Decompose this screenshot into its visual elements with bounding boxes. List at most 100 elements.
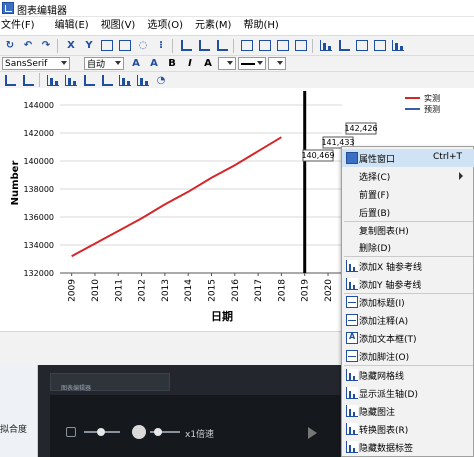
refresh-icon[interactable]: ↻ <box>2 39 18 53</box>
lasso-icon[interactable]: ◌ <box>135 39 151 53</box>
volume-slider-knob[interactable] <box>97 428 105 436</box>
menu-options[interactable]: 选项(O) <box>141 17 189 35</box>
annotation-tool-icon[interactable] <box>257 39 273 53</box>
y-tick-label: 138000 <box>23 185 54 194</box>
menu-view[interactable]: 视图(V) <box>95 17 142 35</box>
pie-chart-icon[interactable]: ◔ <box>153 73 169 87</box>
histogram-icon[interactable] <box>135 73 151 87</box>
menu-item-label: 隐藏图注 <box>359 408 396 418</box>
menu-item-add-footnote[interactable]: 添加脚注(O) <box>342 347 474 365</box>
undo-icon[interactable]: ↶ <box>20 39 36 53</box>
menu-item-add-y-reference-line[interactable]: 添加Y 轴参考线 <box>342 275 474 293</box>
chart-context-menu: 属性窗口 Ctrl+T 选择(C) 前置(F) 后置(B) 复制图表(H) 删除… <box>341 146 474 457</box>
menu-item-shortcut: Ctrl+T <box>433 152 463 162</box>
window-title: 图表编辑器 <box>17 6 67 17</box>
data-label: 142,426 <box>344 124 377 133</box>
menu-item-properties-window[interactable]: 属性窗口 Ctrl+T <box>342 149 474 167</box>
y-axis-icon[interactable]: Y <box>81 39 97 53</box>
menu-item-show-derived-axis[interactable]: 显示派生轴(D) <box>342 384 474 402</box>
x-axis-icon[interactable]: X <box>63 39 79 53</box>
redo-icon[interactable]: ↷ <box>38 39 54 53</box>
menu-item-label: 添加X 轴参考线 <box>359 263 423 273</box>
italic-button[interactable]: I <box>182 57 198 71</box>
title-bar: 图表编辑器 <box>0 0 474 17</box>
menu-item-transpose-chart[interactable]: 转换图表(R) <box>342 420 474 438</box>
bar-chart-tool-icon[interactable] <box>318 39 334 53</box>
menu-item-label: 添加标题(I) <box>359 299 405 309</box>
menu-item-hide-legend[interactable]: 隐藏图注 <box>342 402 474 420</box>
play-pause-icon[interactable] <box>132 425 146 439</box>
font-name-select[interactable]: SansSerif <box>2 57 70 70</box>
x-tick-label: 2012 <box>138 279 148 302</box>
chevron-down-icon <box>115 61 121 65</box>
textbox-tool-icon[interactable] <box>275 39 291 53</box>
menu-elements[interactable]: 元素(M) <box>189 17 237 35</box>
y-reference-line-tool-icon[interactable] <box>196 39 212 53</box>
data-labels-tool-icon[interactable] <box>390 39 406 53</box>
horizontal-bar-icon[interactable] <box>63 73 79 87</box>
scatter-chart-icon[interactable] <box>99 73 115 87</box>
bar-chart-icon[interactable] <box>45 73 61 87</box>
data-labels-icon <box>346 441 358 453</box>
menu-item-delete[interactable]: 删除(D) <box>342 238 474 256</box>
shrink-font-icon[interactable]: A <box>146 57 162 71</box>
background-video-caption: 图表编辑器 <box>61 385 92 392</box>
grow-font-icon[interactable]: A <box>128 57 144 71</box>
bold-button[interactable]: B <box>164 57 180 71</box>
main-toolbar: ↻ ↶ ↷ X Y ◌ ⁝ <box>0 35 474 55</box>
legend-icon <box>346 405 358 417</box>
chart-editor-bottom-strip <box>0 331 342 365</box>
menu-item-add-title[interactable]: 添加标题(I) <box>342 293 474 311</box>
progress-slider-knob[interactable] <box>154 428 162 436</box>
x-reference-line-tool-icon[interactable] <box>178 39 194 53</box>
menu-item-add-textbox[interactable]: 添加文本框(T) <box>342 329 474 347</box>
menu-item-hide-data-labels[interactable]: 隐藏数据标签 <box>342 438 474 456</box>
menu-item-copy-chart[interactable]: 复制图表(H) <box>342 221 474 239</box>
palette-icon[interactable] <box>117 39 133 53</box>
menu-edit[interactable]: 编辑(E) <box>41 17 95 35</box>
menu-item-label: 属性窗口 <box>359 155 396 165</box>
line-weight-select[interactable] <box>268 57 286 70</box>
playback-speed-label[interactable]: x1倍速 <box>185 427 214 440</box>
title-tool-icon[interactable] <box>239 39 255 53</box>
legend-tool-icon[interactable] <box>354 39 370 53</box>
fill-color-select[interactable] <box>218 57 236 70</box>
x-axis-title: 日期 <box>211 309 233 323</box>
edit-chart-icon[interactable] <box>99 39 115 53</box>
title-icon <box>346 296 358 308</box>
menu-item-bring-forward[interactable]: 前置(F) <box>342 185 474 203</box>
x-reference-line-icon <box>346 260 358 272</box>
volume-icon[interactable] <box>66 427 76 437</box>
x-tick-label: 2011 <box>114 279 124 302</box>
scale-icon[interactable] <box>2 73 18 87</box>
menu-help[interactable]: 帮助(H) <box>237 17 284 35</box>
menu-file[interactable]: 文件(F) <box>0 17 41 35</box>
menu-item-select[interactable]: 选择(C) <box>342 167 474 185</box>
fit-line-icon[interactable] <box>214 39 230 53</box>
x-tick-label: 2016 <box>231 279 241 302</box>
y-tick-label: 142000 <box>23 129 54 138</box>
background-fit-label: 拟合度 <box>0 425 28 435</box>
menu-item-label: 转换图表(R) <box>359 426 409 436</box>
font-size-select[interactable]: 自动 <box>84 57 124 70</box>
area-chart-icon[interactable] <box>81 73 97 87</box>
high-low-chart-icon[interactable] <box>117 73 133 87</box>
menu-item-send-backward[interactable]: 后置(B) <box>342 203 474 221</box>
elements-icon[interactable]: ⁝ <box>153 39 169 53</box>
menu-item-hide-gridlines[interactable]: 隐藏网格线 <box>342 366 474 384</box>
y-tick-label: 140000 <box>23 157 54 166</box>
line-style-select[interactable] <box>238 57 266 70</box>
line-chart-icon[interactable] <box>20 73 36 87</box>
menu-item-label: 隐藏网格线 <box>359 372 405 382</box>
play-icon[interactable] <box>308 427 317 439</box>
chevron-down-icon <box>227 61 233 65</box>
text-color-button[interactable]: A <box>200 57 216 71</box>
chevron-down-icon <box>257 61 263 65</box>
menu-item-add-annotation[interactable]: 添加注释(A) <box>342 311 474 329</box>
legend-label: 实测 <box>424 93 440 103</box>
footnote-tool-icon[interactable] <box>293 39 309 53</box>
menu-item-label: 选择(C) <box>359 173 391 183</box>
menu-item-add-x-reference-line[interactable]: 添加X 轴参考线 <box>342 257 474 275</box>
transpose-tool-icon[interactable] <box>372 39 388 53</box>
grid-tool-icon[interactable] <box>336 39 352 53</box>
